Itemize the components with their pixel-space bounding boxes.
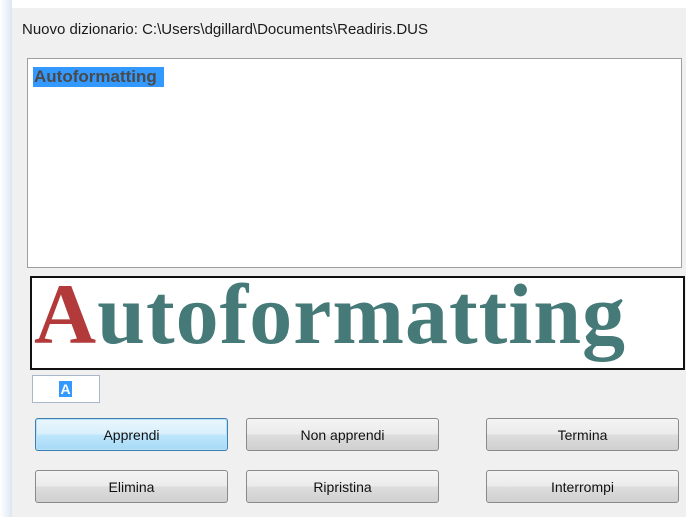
word-list-item[interactable]: Autoformatting [33,67,164,87]
character-selection: A [59,381,72,397]
elimina-button[interactable]: Elimina [35,470,228,503]
window-edge [0,0,12,517]
word-image-preview: Autoformatting [30,276,685,370]
ripristina-button[interactable]: Ripristina [246,470,439,503]
apprendi-button[interactable]: Apprendi [35,418,228,451]
preview-rest-letters: utoformatting [97,276,627,362]
word-list[interactable]: Autoformatting [27,58,682,268]
preview-first-letter: A [34,276,98,362]
dictionary-dialog: Nuovo dizionario: C:\Users\dgillard\Docu… [12,8,686,517]
termina-button[interactable]: Termina [486,418,679,451]
character-input[interactable]: A [32,375,100,403]
interrompi-button[interactable]: Interrompi [486,470,679,503]
non-apprendi-button[interactable]: Non apprendi [246,418,439,451]
preview-word: Autoformatting [34,276,627,364]
window-title: Nuovo dizionario: C:\Users\dgillard\Docu… [22,21,428,38]
